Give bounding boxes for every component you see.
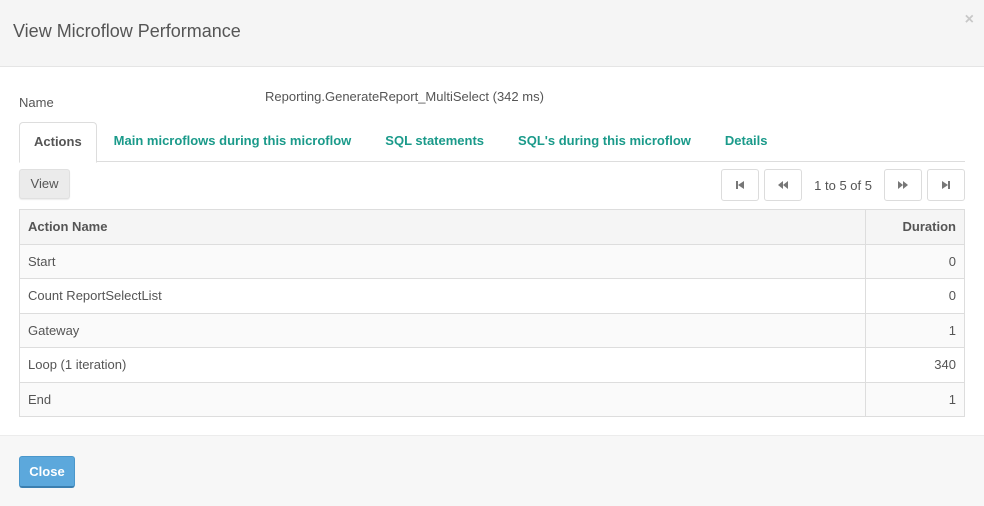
actions-table: Action Name Duration Start 0 Count Repor…: [19, 209, 965, 417]
table-row[interactable]: Count ReportSelectList 0: [19, 278, 965, 314]
pager: 1 to 5 of 5: [721, 169, 965, 201]
duration-cell: 0: [865, 243, 965, 279]
tab-sql-statements[interactable]: SQL statements: [368, 122, 501, 162]
action-name-cell: Gateway: [19, 312, 866, 348]
dialog-header: View Microflow Performance ×: [0, 0, 984, 67]
tab-actions[interactable]: Actions: [19, 122, 97, 163]
first-page-button[interactable]: [721, 169, 760, 201]
table-row[interactable]: Start 0: [19, 243, 965, 279]
table-row[interactable]: Gateway 1: [19, 312, 965, 348]
previous-page-icon: [778, 181, 789, 189]
action-name-cell: Start: [19, 243, 866, 279]
name-value: Reporting.GenerateReport_MultiSelect (34…: [265, 89, 544, 104]
column-header-action-name[interactable]: Action Name: [19, 209, 866, 245]
duration-cell: 0: [865, 278, 965, 314]
tab-sqls-during-microflow[interactable]: SQL's during this microflow: [501, 122, 708, 162]
table-row[interactable]: Loop (1 iteration) 340: [19, 347, 965, 383]
tab-main-microflows[interactable]: Main microflows during this microflow: [97, 122, 369, 162]
last-page-icon: [942, 181, 950, 189]
dialog-body: Name Reporting.GenerateReport_MultiSelec…: [0, 68, 984, 435]
tab-bar: Actions Main microflows during this micr…: [19, 122, 965, 163]
action-name-cell: Count ReportSelectList: [19, 278, 866, 314]
first-page-icon: [736, 181, 745, 189]
previous-page-button[interactable]: [764, 169, 803, 201]
page-status: 1 to 5 of 5: [814, 177, 872, 193]
action-name-cell: Loop (1 iteration): [19, 347, 866, 383]
view-button[interactable]: View: [19, 169, 70, 199]
table-header-row: Action Name Duration: [19, 209, 965, 245]
next-page-button[interactable]: [884, 169, 922, 201]
close-icon[interactable]: ×: [965, 12, 974, 28]
duration-cell: 1: [865, 381, 965, 417]
dialog-footer: Close: [0, 435, 984, 506]
duration-cell: 1: [865, 312, 965, 348]
column-header-duration[interactable]: Duration: [865, 209, 965, 245]
action-name-cell: End: [19, 381, 866, 417]
duration-cell: 340: [865, 347, 965, 383]
last-page-button[interactable]: [927, 169, 965, 201]
table-row[interactable]: End 1: [19, 381, 965, 417]
dialog-title: View Microflow Performance: [13, 21, 241, 41]
close-button[interactable]: Close: [19, 456, 75, 488]
next-page-icon: [898, 181, 908, 189]
tab-details[interactable]: Details: [708, 122, 785, 162]
name-label: Name: [19, 95, 54, 110]
